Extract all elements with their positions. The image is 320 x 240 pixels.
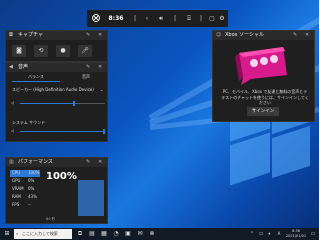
tray-chevron-icon[interactable]: ⌃ — [248, 228, 256, 240]
chat-bubble-illustration-icon — [235, 47, 287, 85]
performance-panel-title: パフォーマンス — [18, 159, 53, 165]
mail-icon[interactable]: ✉ — [135, 228, 145, 240]
pin-icon[interactable]: ✎ — [86, 159, 90, 166]
stat-vram-value: 0% — [28, 186, 35, 191]
search-icon: ⌕ — [16, 231, 19, 236]
audio-panel: ◀ 音声 ✎ ✕ バランス 音声 スピーカー (High Definition … — [5, 62, 108, 142]
system-sound-fill — [20, 131, 105, 132]
xbox-logo-icon[interactable] — [90, 10, 102, 27]
xbox-social-panel: ☺ Xbox ソーシャル ✎ ✕ PC、モバイル、Xbox で友達と無料の音声と… — [212, 30, 315, 122]
stat-fps-label[interactable]: FPS — [12, 202, 19, 208]
output-device-label[interactable]: スピーカー (High Definition Audio Device) — [12, 87, 94, 93]
social-message: PC、モバイル、Xbox で友達と無料の音声とテキストのチャットを使うには、サイ… — [221, 89, 309, 105]
stat-gpu-label[interactable]: GPU — [12, 178, 20, 184]
record-button[interactable]: ● — [56, 45, 70, 57]
stat-ram-label[interactable]: RAM — [12, 194, 21, 200]
audio-panel-title: 音声 — [18, 64, 29, 70]
divider: | — [199, 15, 203, 22]
camera-icon: ◘ — [9, 32, 13, 38]
people-icon: ☺ — [216, 32, 222, 38]
xbox-app-icon[interactable]: ⊗ — [147, 228, 157, 240]
volume-icon[interactable]: ◁ — [11, 100, 14, 106]
store-icon[interactable]: ▣ — [123, 228, 133, 240]
stat-ram-value: 43% — [28, 194, 37, 199]
volume-tray-icon[interactable]: 🔈︎ — [266, 228, 274, 240]
close-icon[interactable]: ✕ — [98, 159, 102, 166]
explorer-icon[interactable]: ▤ — [87, 228, 97, 240]
pin-icon[interactable]: ✎ — [86, 64, 90, 71]
task-view-icon[interactable]: ⧉ — [75, 228, 85, 240]
folder-icon[interactable]: ▦ — [99, 228, 109, 240]
tab-voice[interactable]: 音声 — [82, 74, 90, 80]
capture-panel-header: ◘ キャプチャ ✎ ✕ — [6, 31, 107, 40]
performance-panel: ▥ パフォーマンス ✎ ✕ CPU 100% GPU 0% VRAM 0% RA… — [5, 157, 108, 224]
divider: | — [133, 15, 137, 22]
taskbar-date: 2021/01/01 — [285, 234, 307, 238]
signin-button[interactable]: サインイン — [247, 107, 279, 116]
social-panel-title: Xbox ソーシャル — [225, 32, 264, 38]
close-icon[interactable]: ✕ — [305, 32, 309, 39]
system-sound-knob[interactable] — [103, 129, 105, 134]
divider: | — [173, 15, 177, 22]
device-volume-fill — [20, 103, 76, 104]
mic-toggle-button[interactable]: 🎤︎ — [78, 45, 92, 57]
settings-icon[interactable]: ⚙ — [217, 10, 227, 27]
audio-icon[interactable]: 🔊︎ — [155, 10, 167, 27]
active-tab-indicator — [12, 81, 60, 82]
performance-icon[interactable]: ▢ — [207, 10, 217, 27]
capture-icon[interactable]: ⌸ — [183, 10, 195, 27]
graph-caption: 60 秒 — [46, 217, 56, 221]
capture-panel-title: キャプチャ — [18, 32, 43, 38]
ime-indicator-icon[interactable]: A — [275, 228, 283, 240]
stat-gpu-value: 0% — [28, 178, 35, 183]
start-windows-icon[interactable]: ⊞ — [2, 228, 12, 240]
scroll-left-icon[interactable]: ‹ — [142, 10, 152, 27]
close-icon[interactable]: ✕ — [98, 32, 102, 39]
screenshot-button[interactable]: ◙ — [12, 45, 26, 57]
performance-panel-header: ▥ パフォーマンス ✎ ✕ — [6, 158, 107, 167]
performance-graph-fill — [78, 180, 104, 216]
search-placeholder: ここに入力して検索 — [22, 231, 58, 236]
search-box[interactable]: ⌕ ここに入力して検索 — [14, 229, 72, 239]
system-sound-slider[interactable] — [20, 129, 105, 134]
social-panel-header: ☺ Xbox ソーシャル ✎ ✕ — [213, 31, 314, 40]
performance-big-value: 100% — [46, 171, 77, 182]
network-icon[interactable]: ▭ — [257, 228, 265, 240]
edge-icon[interactable]: ◔ — [111, 228, 121, 240]
device-volume-knob[interactable] — [73, 101, 76, 106]
record-last-button[interactable]: ⟲ — [34, 45, 48, 57]
pin-icon[interactable]: ✎ — [293, 32, 297, 39]
wallpaper-window-pane — [230, 132, 270, 186]
stat-vram-label[interactable]: VRAM — [12, 186, 24, 192]
system-sound-label: システム サウンド — [12, 120, 46, 125]
chart-icon: ▥ — [9, 159, 14, 165]
tab-balance[interactable]: バランス — [28, 74, 44, 80]
volume-icon[interactable]: ◁ — [11, 128, 14, 134]
capture-panel: ◘ キャプチャ ✎ ✕ ◙ ⟲ ● 🎤︎ — [5, 30, 108, 62]
stat-fps-value: -- — [28, 202, 31, 207]
notification-icon[interactable]: ▭ — [309, 228, 317, 240]
performance-graph — [78, 180, 104, 216]
chevron-down-icon[interactable]: ⌄ — [100, 87, 103, 93]
stat-cpu-label[interactable]: CPU — [12, 170, 20, 176]
device-volume-slider[interactable] — [20, 101, 105, 106]
wallpaper-window-pane — [272, 125, 310, 179]
stat-cpu-value: 100% — [28, 170, 40, 175]
taskbar-clock[interactable]: 8:36 2021/01/01 — [284, 229, 308, 239]
pin-icon[interactable]: ✎ — [86, 32, 90, 39]
game-bar-clock: 8:36 — [108, 15, 124, 22]
audio-panel-header: ◀ 音声 ✎ ✕ — [6, 63, 107, 72]
speaker-icon: ◀ — [9, 64, 13, 70]
game-bar: 8:36 | ‹ 🔊︎ | ⌸ | ▢ ⚙ — [87, 10, 228, 27]
close-icon[interactable]: ✕ — [98, 64, 102, 71]
